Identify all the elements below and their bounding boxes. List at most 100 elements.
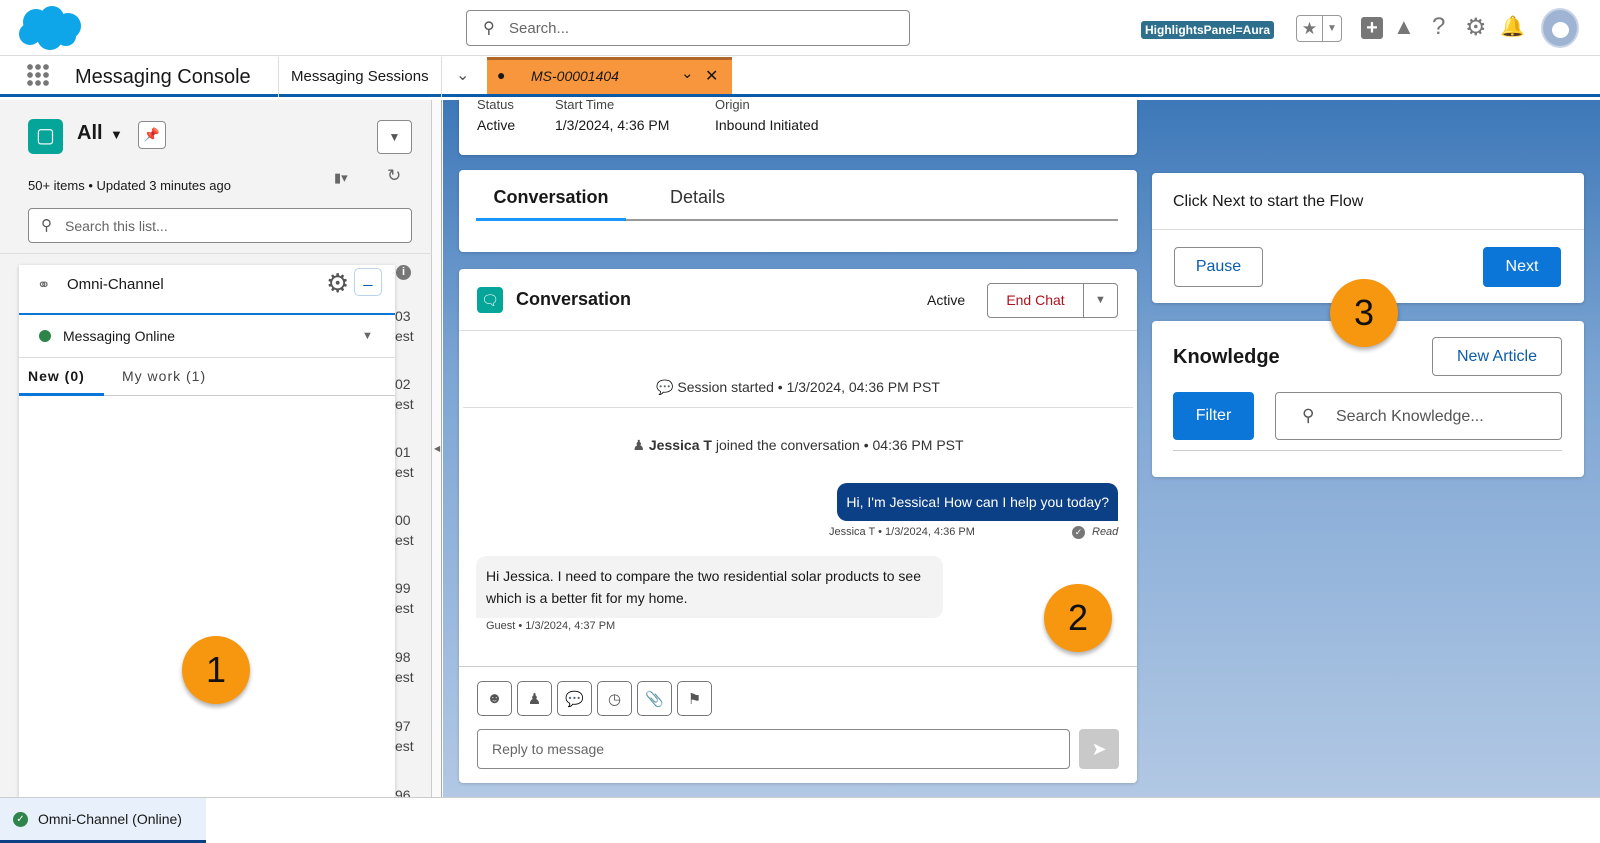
app-name: Messaging Console xyxy=(75,66,251,88)
attach-file-button[interactable]: 📎 xyxy=(637,681,672,716)
row-id: 03 xyxy=(395,308,411,324)
record-tabs-card: Conversation Details xyxy=(459,170,1137,252)
status-label: Messaging Online xyxy=(63,328,176,344)
tab-record-ms-00001404[interactable]: ● MS-00001404 ⌄ ✕ xyxy=(487,57,732,94)
setup-gear-icon[interactable]: ⚙ xyxy=(1465,13,1487,42)
row-id: 01 xyxy=(395,444,411,460)
panel-splitter[interactable]: ◀ xyxy=(432,100,442,797)
presence-status-select[interactable]: Messaging Online ▼ xyxy=(19,315,395,358)
field-label: Status xyxy=(477,97,514,112)
knowledge-button[interactable]: ◷ xyxy=(597,681,632,716)
console-nav-bar: Messaging Console Messaging Sessions ⌄ ●… xyxy=(0,57,1600,97)
list-actions-button[interactable]: ▼ xyxy=(377,120,412,154)
filter-button[interactable]: Filter xyxy=(1173,392,1254,440)
divider xyxy=(1173,450,1562,451)
quick-text-button[interactable]: 💬 xyxy=(557,681,592,716)
utility-item-omni-channel[interactable]: ✓ Omni-Channel (Online) xyxy=(0,798,206,843)
info-icon[interactable]: i xyxy=(396,265,411,280)
card-title: Conversation xyxy=(516,289,632,309)
tab-overflow-chevron-icon[interactable]: ⌄ xyxy=(456,65,469,85)
new-article-button[interactable]: New Article xyxy=(1432,337,1562,376)
search-icon: ⚲ xyxy=(41,217,52,234)
agent-message-bubble: Hi, I'm Jessica! How can I help you toda… xyxy=(837,483,1118,521)
chevron-down-icon: ▼ xyxy=(362,330,373,342)
global-search[interactable]: ⚲ Search... xyxy=(466,10,910,46)
divider xyxy=(1152,229,1584,230)
salesforce-logo[interactable] xyxy=(16,4,84,52)
session-started-event: 💬 Session started • 1/3/2024, 04:36 PM P… xyxy=(459,379,1137,396)
notifications-bell-icon[interactable]: 🔔 xyxy=(1500,14,1525,39)
emoji-button[interactable]: ☻ xyxy=(477,681,512,716)
omni-channel-icon: ⚭ xyxy=(37,277,51,294)
tab-chevron-down-icon[interactable]: ⌄ xyxy=(681,64,694,82)
event-text: Session started • 1/3/2024, 04:36 PM PST xyxy=(677,379,940,395)
display-as-icon[interactable]: ▮▾ xyxy=(334,170,348,186)
utility-bar: ✓ Omni-Channel (Online) xyxy=(0,797,1600,843)
send-button[interactable]: ➤ xyxy=(1079,729,1119,769)
field-value: Inbound Initiated xyxy=(715,117,819,133)
conversation-status: Active xyxy=(927,292,966,308)
list-row[interactable]: 00 est xyxy=(395,510,423,550)
row-subject: est xyxy=(395,669,414,685)
callout-2: 2 xyxy=(1044,584,1112,652)
pause-button[interactable]: Pause xyxy=(1174,247,1263,287)
row-id: 97 xyxy=(395,718,411,734)
row-subject: est xyxy=(395,396,414,412)
refresh-icon[interactable]: ↻ xyxy=(387,166,401,186)
list-view-name[interactable]: All xyxy=(77,122,103,145)
list-row[interactable]: 01 est xyxy=(395,442,423,482)
list-row[interactable]: 03 est xyxy=(395,306,423,346)
list-view-chevron-icon[interactable]: ▼ xyxy=(110,127,123,142)
close-tab-icon[interactable]: ✕ xyxy=(705,66,718,86)
reply-input[interactable]: Reply to message xyxy=(477,729,1070,769)
agent-joined-event: ♟ Jessica T joined the conversation • 04… xyxy=(459,437,1137,454)
tab-my-work[interactable]: My work (1) xyxy=(122,368,206,384)
list-row[interactable]: 96 xyxy=(395,785,423,797)
end-chat-button[interactable]: End Chat xyxy=(988,284,1084,317)
end-chat-menu-chevron-icon[interactable]: ▼ xyxy=(1084,284,1117,317)
collapse-arrow-icon[interactable]: ◀ xyxy=(434,444,440,453)
field-value: Active xyxy=(477,117,516,133)
list-search-input[interactable]: ⚲ Search this list... xyxy=(28,208,412,243)
tab-new[interactable]: New (0) xyxy=(19,358,104,396)
row-id: 00 xyxy=(395,512,411,528)
omni-channel-panel: ⚭ Omni-Channel ⚙ _ Messaging Online ▼ Ne… xyxy=(19,265,395,797)
knowledge-search-input[interactable]: ⚲ Search Knowledge... xyxy=(1275,392,1562,440)
row-subject: est xyxy=(395,464,414,480)
end-chat-button-group: End Chat ▼ xyxy=(987,283,1118,318)
help-icon[interactable]: ? xyxy=(1432,13,1445,41)
list-row[interactable]: 02 est xyxy=(395,374,423,414)
callout-1: 1 xyxy=(182,636,250,704)
guest-message-bubble: Hi Jessica. I need to compare the two re… xyxy=(476,556,943,618)
user-avatar[interactable] xyxy=(1541,8,1579,48)
chevron-down-icon: ▼ xyxy=(1327,23,1337,34)
app-launcher-icon[interactable] xyxy=(26,63,50,87)
list-row[interactable]: 98 est xyxy=(395,647,423,687)
omni-title: Omni-Channel xyxy=(67,276,164,293)
field-label: Origin xyxy=(715,97,750,112)
read-check-icon: ✓ xyxy=(1072,526,1085,539)
row-subject: est xyxy=(395,328,414,344)
card-title: Knowledge xyxy=(1173,346,1280,368)
conversation-icon: 🗨 xyxy=(477,287,503,313)
list-row[interactable]: 97 est xyxy=(395,716,423,756)
row-id: 99 xyxy=(395,580,411,596)
list-row[interactable]: 99 est xyxy=(395,578,423,618)
tab-conversation[interactable]: Conversation xyxy=(476,170,626,221)
favorites-button[interactable]: ★ ▼ xyxy=(1296,15,1342,42)
row-subject: est xyxy=(395,738,414,754)
tab-details[interactable]: Details xyxy=(670,187,725,208)
tab-messaging-sessions[interactable]: Messaging Sessions xyxy=(291,68,429,85)
trailhead-icon[interactable]: ▲ xyxy=(1393,14,1415,40)
next-button[interactable]: Next xyxy=(1483,247,1561,287)
minimize-button[interactable]: _ xyxy=(354,268,382,296)
flag-button[interactable]: ⚑ xyxy=(677,681,712,716)
chat-event-icon: 💬 xyxy=(656,379,674,395)
search-placeholder: Search Knowledge... xyxy=(1336,408,1484,425)
global-add-icon[interactable]: + xyxy=(1361,17,1383,39)
messaging-session-icon: ● xyxy=(497,67,506,83)
transfer-button[interactable]: ♟ xyxy=(517,681,552,716)
omni-settings-gear-icon[interactable]: ⚙ xyxy=(326,268,349,299)
pin-button[interactable]: 📌 xyxy=(138,121,166,149)
messaging-app-icon: ▢ xyxy=(28,119,63,154)
